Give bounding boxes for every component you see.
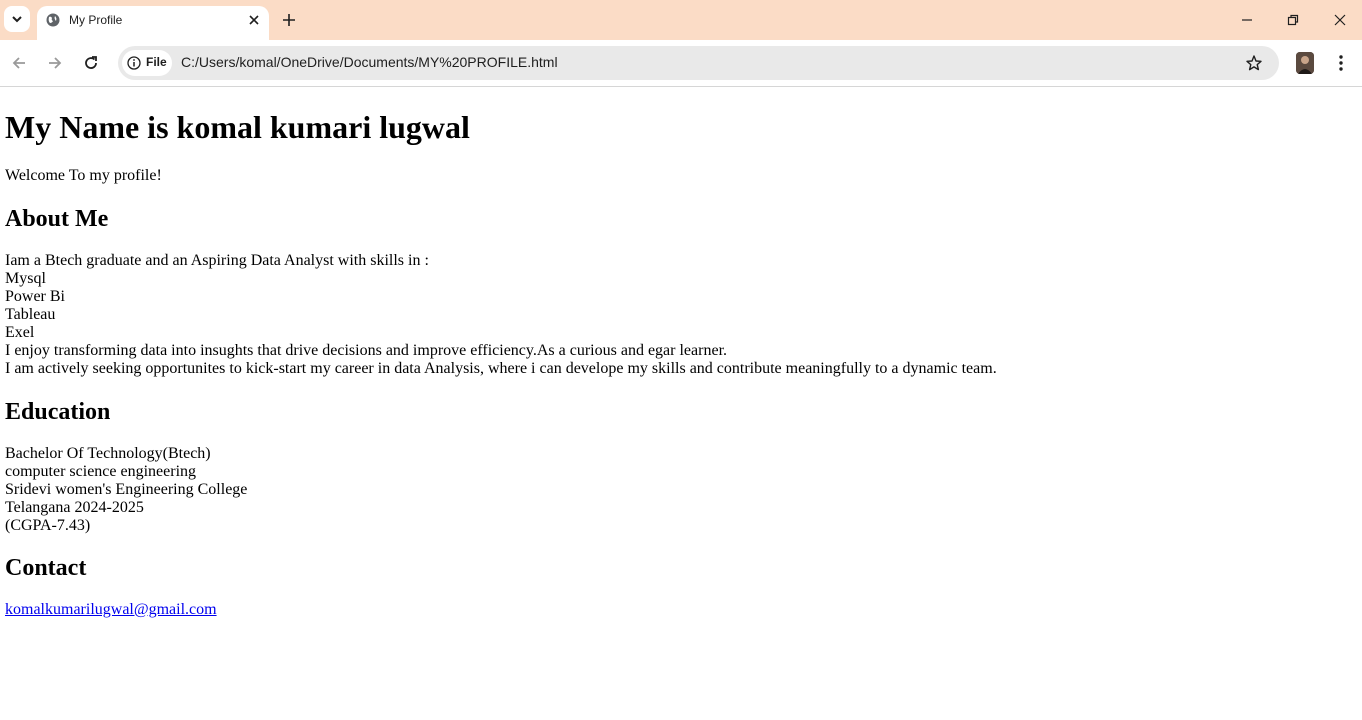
skill-item-powerbi: Power Bi xyxy=(5,288,65,305)
info-icon xyxy=(127,56,141,70)
tab-active[interactable]: My Profile xyxy=(37,6,269,40)
restore-icon[interactable] xyxy=(1285,12,1301,28)
contact-line: komalkumarilugwal@gmail.com xyxy=(5,601,217,619)
globe-icon xyxy=(46,13,60,27)
close-window-icon[interactable] xyxy=(1332,12,1348,28)
about-line-seeking: I am actively seeking opportunites to ki… xyxy=(5,360,997,377)
welcome-text: Welcome To my profile! xyxy=(5,167,162,184)
profile-avatar[interactable] xyxy=(1296,52,1314,74)
reload-icon[interactable] xyxy=(82,54,100,72)
email-link[interactable]: komalkumarilugwal@gmail.com xyxy=(5,601,217,618)
skill-item-exel: Exel xyxy=(5,324,35,341)
bookmark-star-icon[interactable] xyxy=(1245,54,1263,72)
education-location-year: Telangana 2024-2025 xyxy=(5,499,144,516)
tab-title: My Profile xyxy=(69,13,123,27)
chevron-down-icon xyxy=(12,16,22,23)
site-info-chip[interactable]: File xyxy=(122,50,172,76)
more-menu-icon[interactable] xyxy=(1332,53,1350,73)
back-arrow-icon[interactable] xyxy=(10,54,28,72)
skill-item-tableau: Tableau xyxy=(5,306,56,323)
page-title: My Name is komal kumari lugwal xyxy=(5,109,470,145)
education-college: Sridevi women's Engineering College xyxy=(5,481,248,498)
close-tab-icon[interactable] xyxy=(246,12,262,28)
address-bar[interactable]: File C:/Users/komal/OneDrive/Documents/M… xyxy=(118,46,1279,80)
about-line-enjoy: I enjoy transforming data into insughts … xyxy=(5,342,728,359)
education-cgpa: (CGPA-7.43) xyxy=(5,517,91,534)
site-info-label: File xyxy=(146,55,167,69)
education-heading: Education xyxy=(5,399,111,425)
url-text[interactable]: C:/Users/komal/OneDrive/Documents/MY%20P… xyxy=(181,54,558,70)
about-heading: About Me xyxy=(5,206,109,232)
education-degree: Bachelor Of Technology(Btech) xyxy=(5,445,211,462)
tab-search-button[interactable] xyxy=(4,6,30,32)
forward-arrow-icon[interactable] xyxy=(46,54,64,72)
contact-heading: Contact xyxy=(5,555,87,581)
minimize-icon[interactable] xyxy=(1239,12,1255,28)
about-line-intro: Iam a Btech graduate and an Aspiring Dat… xyxy=(5,252,429,269)
avatar-image xyxy=(1296,52,1314,74)
education-branch: computer science engineering xyxy=(5,463,197,480)
new-tab-icon[interactable] xyxy=(280,11,298,29)
tab-strip: My Profile xyxy=(0,0,1362,40)
skill-item-mysql: Mysql xyxy=(5,270,46,287)
browser-toolbar: File C:/Users/komal/OneDrive/Documents/M… xyxy=(0,40,1362,87)
